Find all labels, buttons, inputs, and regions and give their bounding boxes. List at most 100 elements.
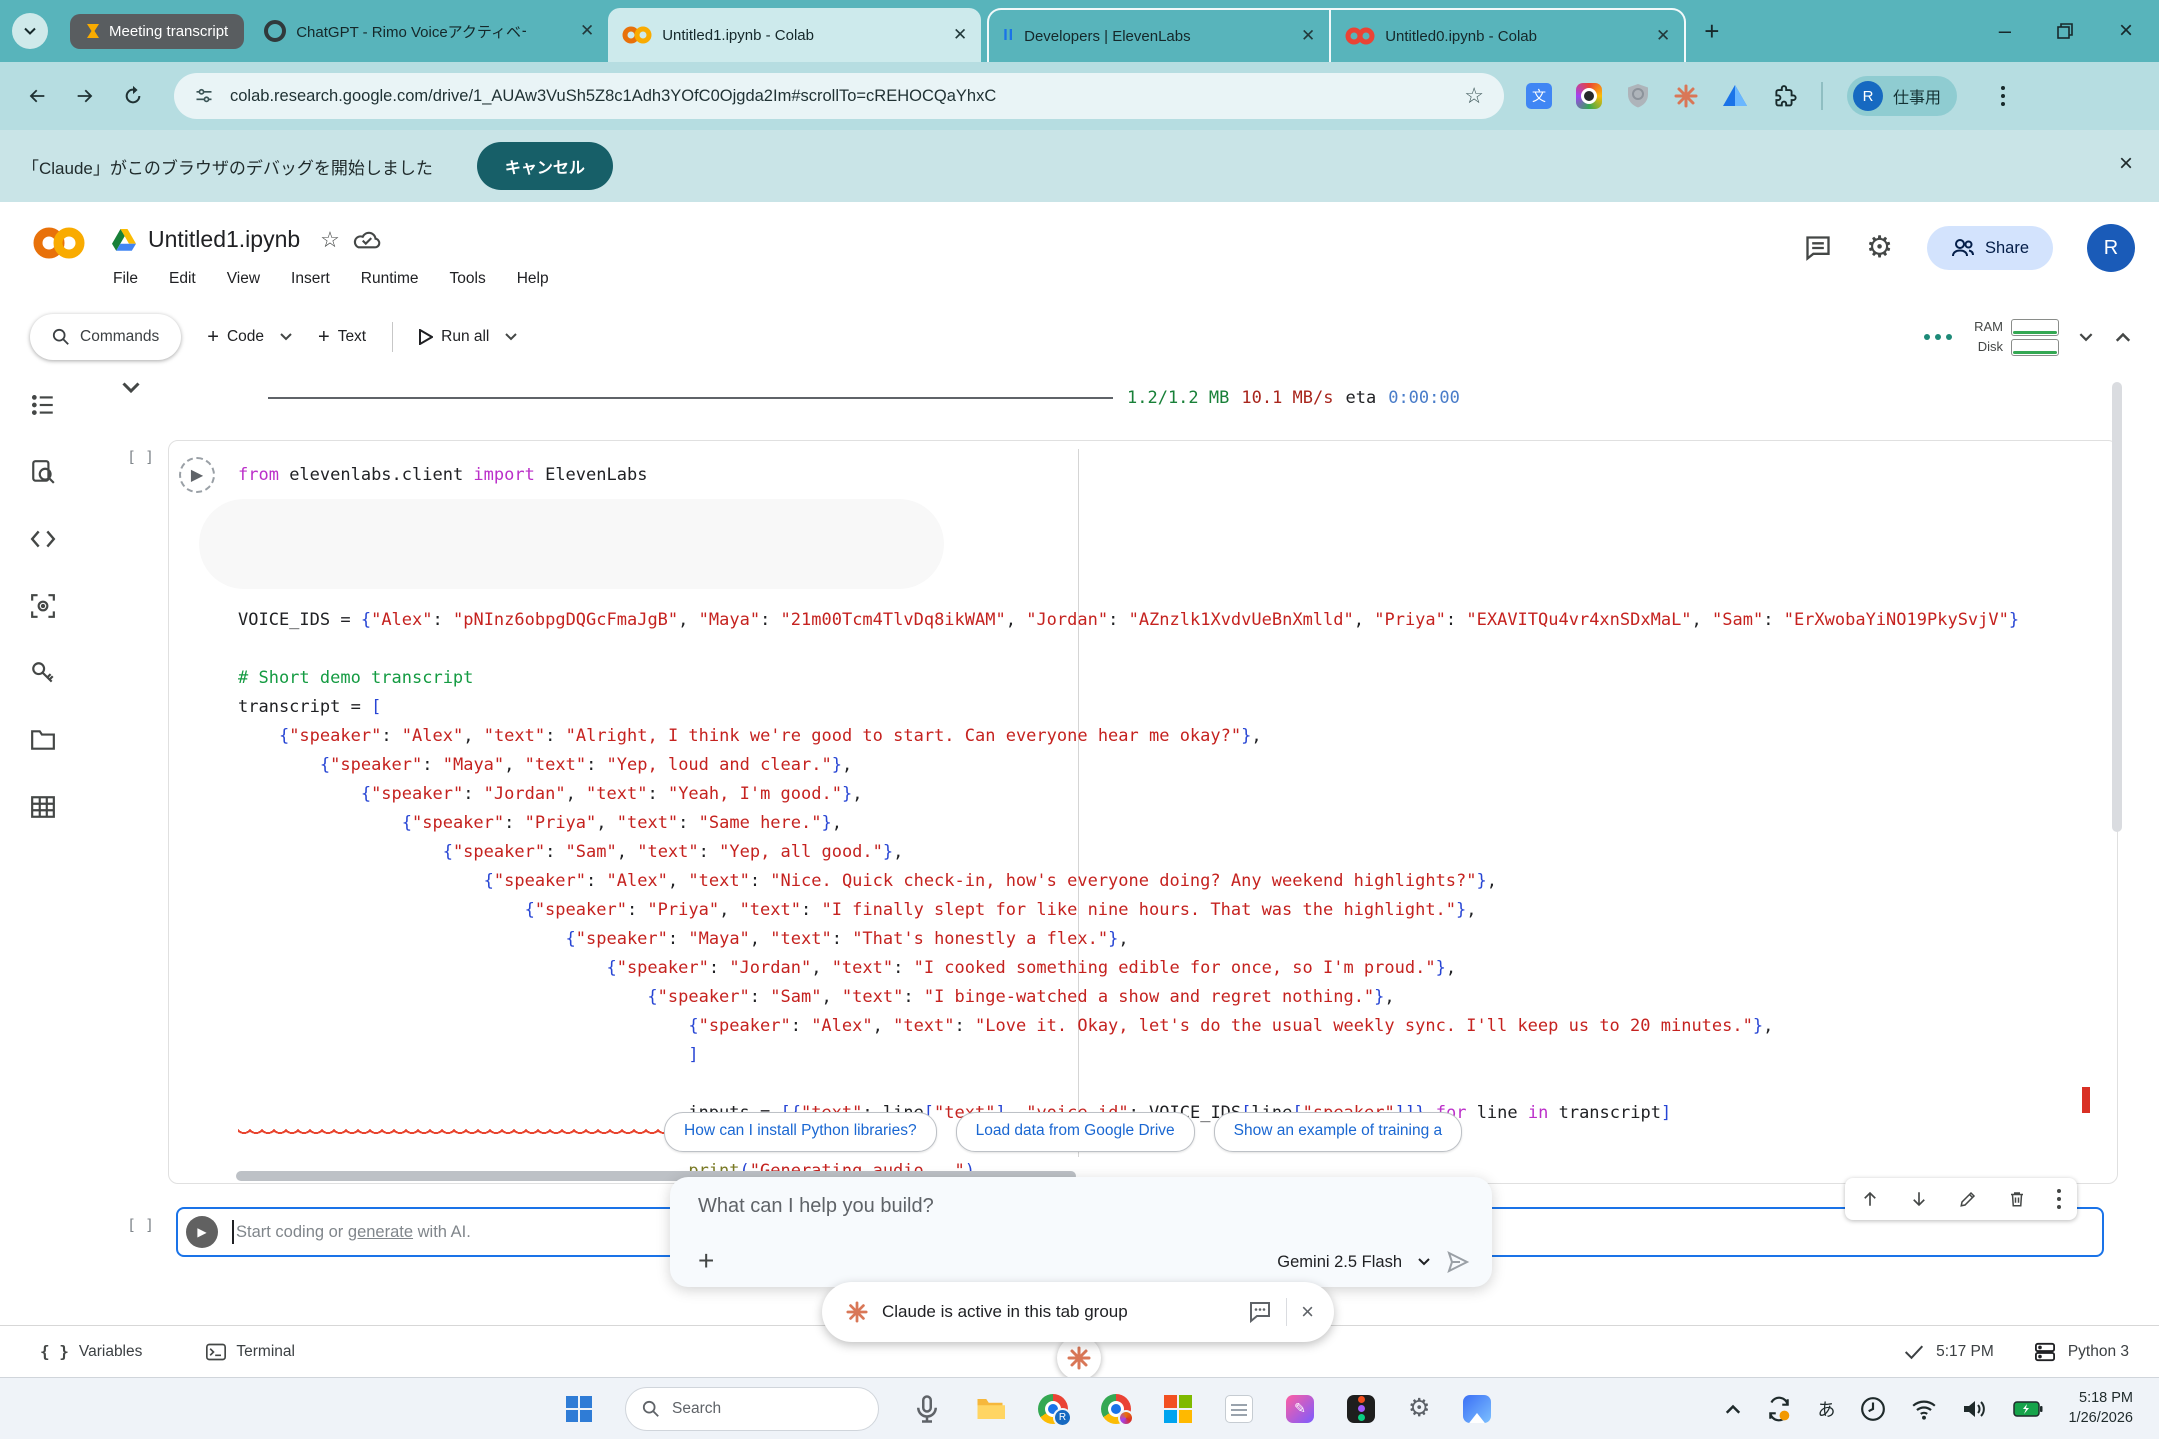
edit-cell-icon[interactable] <box>1959 1190 1977 1208</box>
toast-close-icon[interactable]: × <box>1301 1299 1314 1325</box>
cell-more-icon[interactable] <box>2057 1189 2061 1209</box>
triangle-extension-icon[interactable] <box>1722 84 1748 108</box>
cancel-button[interactable]: キャンセル <box>477 142 613 190</box>
browser-menu-icon[interactable] <box>2001 86 2005 106</box>
code-snippets-icon[interactable] <box>30 526 56 552</box>
settings-app-icon[interactable]: ⚙ <box>1408 1396 1430 1421</box>
add-code-dropdown-icon[interactable] <box>280 333 292 341</box>
tab-untitled1-colab[interactable]: Untitled1.ipynb - Colab ✕ <box>608 8 981 62</box>
variables-button[interactable]: { } Variables <box>40 1342 142 1361</box>
generate-link[interactable]: generate <box>348 1223 413 1241</box>
cloud-saved-icon[interactable] <box>352 229 382 251</box>
forward-icon[interactable] <box>74 85 96 107</box>
kernel-label[interactable]: Python 3 <box>2068 1343 2129 1361</box>
run-all-button[interactable]: Run all <box>419 328 489 346</box>
tab-untitled0-colab[interactable]: Untitled0.ipynb - Colab ✕ <box>1329 10 1684 62</box>
tab-search-button[interactable] <box>12 13 48 49</box>
translate-icon[interactable]: 文 <box>1526 83 1552 109</box>
new-tab-button[interactable]: + <box>1704 16 1719 47</box>
figma-app-icon[interactable] <box>1347 1395 1375 1423</box>
tab-elevenlabs[interactable]: II Developers | ElevenLabs ✕ <box>989 10 1329 62</box>
office-app-icon[interactable] <box>1164 1395 1192 1423</box>
notepad-app-icon[interactable] <box>1225 1395 1253 1423</box>
collapse-toolbar-icon[interactable] <box>2115 332 2131 342</box>
notebook-title[interactable]: Untitled1.ipynb <box>148 226 300 253</box>
minimize-button[interactable]: – <box>1999 18 2011 44</box>
resource-gauges[interactable]: RAM Disk <box>1974 318 2057 356</box>
tab-close-icon[interactable]: ✕ <box>953 25 967 45</box>
taskbar-clock[interactable]: 5:18 PM 1/26/2026 <box>2068 1389 2133 1428</box>
clock-tray-icon[interactable] <box>1860 1396 1886 1422</box>
account-avatar[interactable]: R <box>2087 224 2135 272</box>
resources-dropdown-icon[interactable] <box>2079 333 2093 342</box>
move-cell-up-icon[interactable] <box>1861 1190 1879 1208</box>
add-text-button[interactable]: +Text <box>318 326 366 349</box>
files-icon[interactable] <box>30 727 56 753</box>
bookmark-star-icon[interactable]: ☆ <box>1464 83 1484 109</box>
attach-plus-button[interactable]: + <box>698 1247 714 1275</box>
back-icon[interactable] <box>26 85 48 107</box>
battery-icon[interactable] <box>2013 1400 2043 1418</box>
menu-tools[interactable]: Tools <box>450 270 486 288</box>
chrome-app-icon[interactable]: R <box>1038 1394 1068 1424</box>
extensions-puzzle-icon[interactable] <box>1772 84 1797 109</box>
design-app-icon[interactable]: ✎ <box>1286 1395 1314 1423</box>
restore-button[interactable] <box>2057 23 2073 39</box>
commands-button[interactable]: Commands <box>30 314 181 360</box>
claude-fab[interactable] <box>1057 1336 1101 1380</box>
terminal-button[interactable]: Terminal <box>206 1343 295 1361</box>
secrets-key-icon[interactable] <box>30 660 56 686</box>
chip-training-example[interactable]: Show an example of training a <box>1214 1112 1463 1152</box>
chat-bubble-icon[interactable] <box>1248 1300 1272 1324</box>
tab-chatgpt[interactable]: ChatGPT - Rimo Voiceアクティベー ✕ <box>250 0 608 62</box>
cell-placeholder[interactable]: Start coding or generate with AI. <box>236 1223 471 1242</box>
recorder-app-icon[interactable] <box>912 1394 942 1424</box>
tab-close-icon[interactable]: ✕ <box>1656 26 1670 46</box>
site-controls-icon[interactable] <box>194 86 214 106</box>
run-cell-button[interactable]: ▶ <box>186 1216 218 1248</box>
claude-toast[interactable]: Claude is active in this tab group × <box>822 1282 1334 1342</box>
camera-extension-icon[interactable] <box>1576 83 1602 109</box>
volume-icon[interactable] <box>1962 1398 1988 1420</box>
menu-runtime[interactable]: Runtime <box>361 270 419 288</box>
run-all-dropdown-icon[interactable] <box>505 333 517 341</box>
section-collapse-icon[interactable] <box>122 382 140 394</box>
tab-close-icon[interactable]: ✕ <box>580 21 594 41</box>
variable-inspector-icon[interactable] <box>30 593 56 619</box>
chrome-app-icon-2[interactable] <box>1101 1394 1131 1424</box>
menu-file[interactable]: File <box>113 270 138 288</box>
model-selector[interactable]: Gemini 2.5 Flash <box>1277 1253 1402 1272</box>
close-window-button[interactable]: × <box>2119 17 2133 45</box>
chip-install-libraries[interactable]: How can I install Python libraries? <box>664 1112 937 1152</box>
notebook-scrollbar[interactable] <box>2112 382 2122 832</box>
tray-overflow-icon[interactable] <box>1725 1404 1741 1414</box>
wifi-icon[interactable] <box>1911 1398 1937 1420</box>
delete-cell-icon[interactable] <box>2008 1190 2026 1208</box>
share-button[interactable]: Share <box>1927 226 2053 270</box>
table-of-contents-icon[interactable] <box>30 392 56 418</box>
run-cell-button[interactable]: ▶ <box>179 457 215 493</box>
star-notebook-icon[interactable]: ☆ <box>320 227 340 253</box>
menu-help[interactable]: Help <box>517 270 549 288</box>
media-app-icon[interactable] <box>1463 1395 1491 1423</box>
menu-edit[interactable]: Edit <box>169 270 196 288</box>
data-table-icon[interactable] <box>30 794 56 820</box>
start-button[interactable] <box>566 1396 592 1422</box>
file-explorer-icon[interactable] <box>975 1394 1005 1424</box>
url-bar[interactable]: colab.research.google.com/drive/1_AUAw3V… <box>174 73 1504 119</box>
send-icon[interactable] <box>1446 1251 1470 1273</box>
comments-icon[interactable] <box>1804 234 1832 262</box>
sync-tray-icon[interactable] <box>1766 1396 1792 1422</box>
connect-busy-icon[interactable] <box>1924 334 1952 340</box>
tab-close-icon[interactable]: ✕ <box>1301 26 1315 46</box>
chip-load-drive-data[interactable]: Load data from Google Drive <box>956 1112 1195 1152</box>
tab-group-meeting-transcript[interactable]: Meeting transcript <box>70 14 244 49</box>
code-lines[interactable]: from elevenlabs.client import ElevenLabs… <box>238 461 2097 1186</box>
taskbar-search[interactable]: Search <box>625 1387 879 1431</box>
ai-prompt-panel[interactable]: What can I help you build? + Gemini 2.5 … <box>670 1177 1492 1287</box>
settings-gear-icon[interactable]: ⚙ <box>1866 233 1893 263</box>
add-code-button[interactable]: +Code <box>207 326 264 349</box>
ime-indicator[interactable]: あ <box>1817 1396 1835 1422</box>
model-dropdown-icon[interactable] <box>1418 1258 1430 1266</box>
move-cell-down-icon[interactable] <box>1910 1190 1928 1208</box>
